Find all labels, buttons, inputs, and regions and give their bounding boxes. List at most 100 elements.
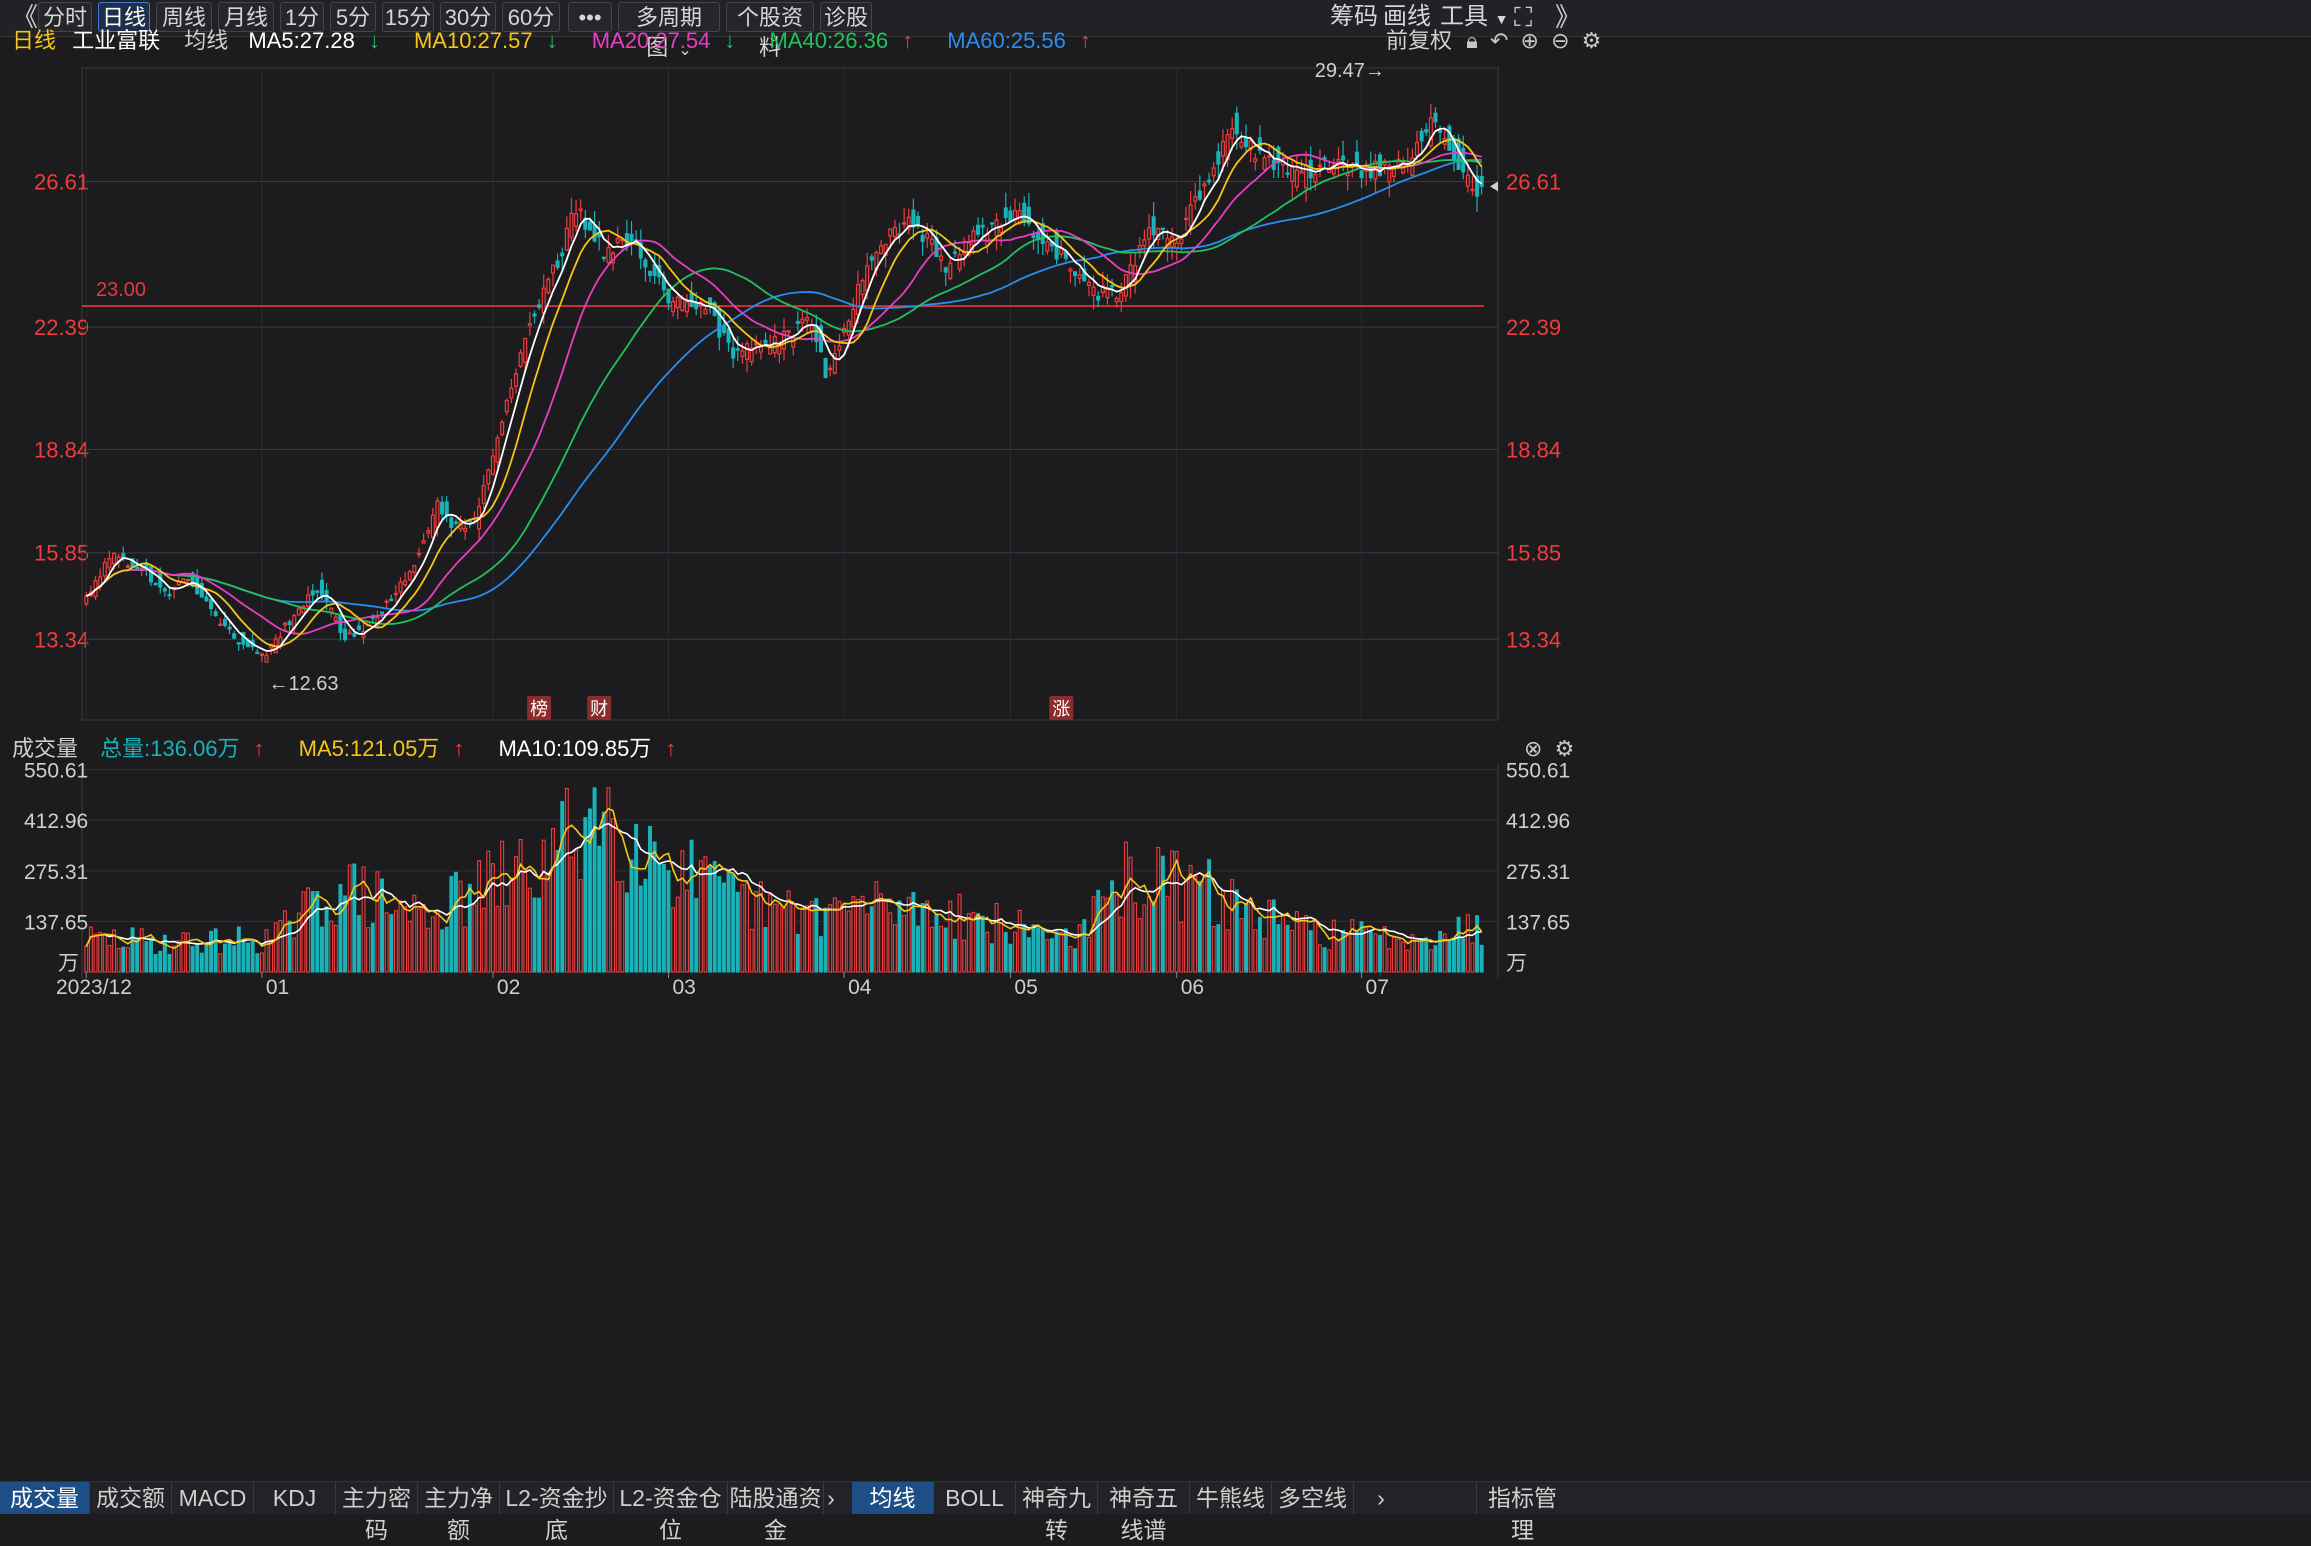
candle-body bbox=[481, 484, 486, 504]
volume-bar bbox=[518, 838, 523, 973]
volume-bar bbox=[218, 953, 223, 973]
zoom-in-icon[interactable]: ⊕ bbox=[1521, 28, 1539, 53]
candle-body bbox=[264, 654, 269, 663]
volume-bar bbox=[1470, 942, 1475, 973]
gear-icon[interactable]: ⚙ bbox=[1555, 736, 1575, 761]
price-tab-5[interactable]: 多空线 bbox=[1272, 1482, 1354, 1514]
event-marker[interactable]: 榜 bbox=[527, 696, 552, 720]
candle-body bbox=[1188, 204, 1193, 227]
candle-body bbox=[985, 233, 990, 246]
arrow-up-icon: ↑ bbox=[253, 736, 265, 761]
volume-bar bbox=[976, 913, 981, 973]
volume-bar bbox=[393, 910, 398, 973]
candle bbox=[486, 468, 491, 491]
candle-body bbox=[537, 304, 542, 308]
volume-tab-5[interactable]: 主力净额 bbox=[418, 1482, 500, 1543]
candle-body bbox=[444, 501, 449, 517]
volume-bar bbox=[195, 943, 200, 973]
volume-bar bbox=[1077, 924, 1082, 973]
candle bbox=[259, 652, 264, 663]
candle-body bbox=[296, 608, 301, 616]
lock-icon[interactable]: 🔒︎ bbox=[1466, 28, 1478, 53]
volume-bar bbox=[1045, 939, 1050, 973]
volume-tab-7[interactable]: L2-资金仓位 bbox=[614, 1482, 728, 1543]
candle-body bbox=[1179, 238, 1184, 245]
candle-body bbox=[1234, 112, 1239, 135]
volume-bar bbox=[1382, 926, 1387, 973]
candle bbox=[1137, 237, 1142, 259]
price-tab-4[interactable]: 牛熊线 bbox=[1190, 1482, 1272, 1514]
volume-bar bbox=[199, 952, 204, 973]
candle-body bbox=[139, 567, 144, 570]
volume-bar bbox=[1253, 929, 1258, 973]
zoom-out-icon[interactable]: ⊖ bbox=[1551, 28, 1569, 53]
candle bbox=[1336, 147, 1341, 176]
volume-bar bbox=[569, 856, 574, 973]
volume-bar bbox=[1197, 880, 1202, 973]
candle bbox=[1424, 123, 1429, 137]
chevron-right-icon[interactable]: › bbox=[818, 1482, 844, 1514]
volume-bar bbox=[121, 946, 126, 973]
price-tab-1[interactable]: BOLL bbox=[934, 1482, 1016, 1514]
candle-body bbox=[574, 213, 579, 227]
adjust-label[interactable]: 前复权 bbox=[1386, 28, 1452, 53]
candle-body bbox=[860, 280, 865, 296]
arrow-down-icon: ↓ bbox=[724, 28, 736, 53]
candle-body bbox=[486, 469, 491, 485]
candle bbox=[1378, 152, 1383, 177]
candle bbox=[384, 599, 389, 608]
candle bbox=[1364, 160, 1369, 186]
event-marker[interactable]: 涨 bbox=[1049, 696, 1074, 720]
price-chart[interactable]: 13.34 13.34 15.85 15.85 18.84 18.84 22.39 22.39… bbox=[0, 60, 2311, 732]
volume-tab-0[interactable]: 成交量 bbox=[0, 1482, 90, 1514]
candle-body bbox=[1447, 125, 1452, 151]
chips-button[interactable]: 筹码 bbox=[1330, 2, 1378, 32]
volume-chart[interactable]: 137.65 137.65 275.31 275.31 412.96 412.96 550.… bbox=[0, 760, 2311, 1481]
volume-tab-1[interactable]: 成交额 bbox=[90, 1482, 172, 1514]
volume-unit-left: 万 bbox=[58, 952, 79, 975]
volume-tab-3[interactable]: KDJ bbox=[254, 1482, 336, 1514]
candle bbox=[1290, 158, 1295, 198]
volume-tab-2[interactable]: MACD bbox=[172, 1482, 254, 1514]
price-tick-label-right: 22.39 bbox=[1506, 315, 1561, 340]
gear-icon[interactable]: ⚙ bbox=[1582, 28, 1602, 53]
indicator-manage-button[interactable]: 指标管理 bbox=[1476, 1482, 1568, 1543]
volume-bar bbox=[1354, 931, 1359, 973]
candle bbox=[250, 632, 255, 651]
volume-bar bbox=[467, 883, 472, 973]
candle bbox=[550, 264, 556, 287]
candle-body bbox=[421, 540, 426, 544]
price-tab-0[interactable]: 均线 bbox=[852, 1482, 934, 1514]
candle-body bbox=[777, 345, 782, 355]
price-tab-2[interactable]: 神奇九转 bbox=[1016, 1482, 1098, 1543]
event-marker[interactable]: 财 bbox=[587, 696, 612, 720]
candle bbox=[273, 634, 278, 654]
volume-bar bbox=[463, 926, 468, 973]
ma60-line bbox=[85, 158, 1482, 612]
volume-bar bbox=[1285, 924, 1290, 973]
candle bbox=[1068, 267, 1073, 284]
candle bbox=[518, 349, 523, 368]
candle-body bbox=[185, 578, 190, 582]
candle-body bbox=[430, 514, 435, 538]
undo-icon[interactable]: ↶ bbox=[1490, 28, 1508, 53]
close-icon[interactable]: ⊗ bbox=[1524, 736, 1542, 761]
volume-bar bbox=[1174, 850, 1179, 973]
volume-tab-6[interactable]: L2-资金抄底 bbox=[500, 1482, 614, 1543]
volume-tab-8[interactable]: 陆股通资金 bbox=[728, 1482, 824, 1543]
candle-body bbox=[689, 293, 694, 307]
candle-body bbox=[1244, 138, 1249, 148]
stock-name[interactable]: 工业富联 bbox=[72, 28, 160, 53]
volume-bar bbox=[1461, 938, 1466, 973]
volume-bar bbox=[1050, 938, 1054, 973]
candle bbox=[897, 222, 902, 244]
volume-bar bbox=[1308, 930, 1313, 973]
chevron-right-icon[interactable]: › bbox=[1368, 1482, 1394, 1514]
candle bbox=[689, 281, 694, 308]
volume-tab-4[interactable]: 主力密码 bbox=[336, 1482, 418, 1543]
volume-bar bbox=[444, 926, 449, 973]
volume-bar bbox=[772, 903, 777, 973]
price-tab-3[interactable]: 神奇五线谱 bbox=[1098, 1482, 1190, 1543]
volume-bar bbox=[213, 928, 218, 973]
volume-bar bbox=[939, 925, 944, 973]
